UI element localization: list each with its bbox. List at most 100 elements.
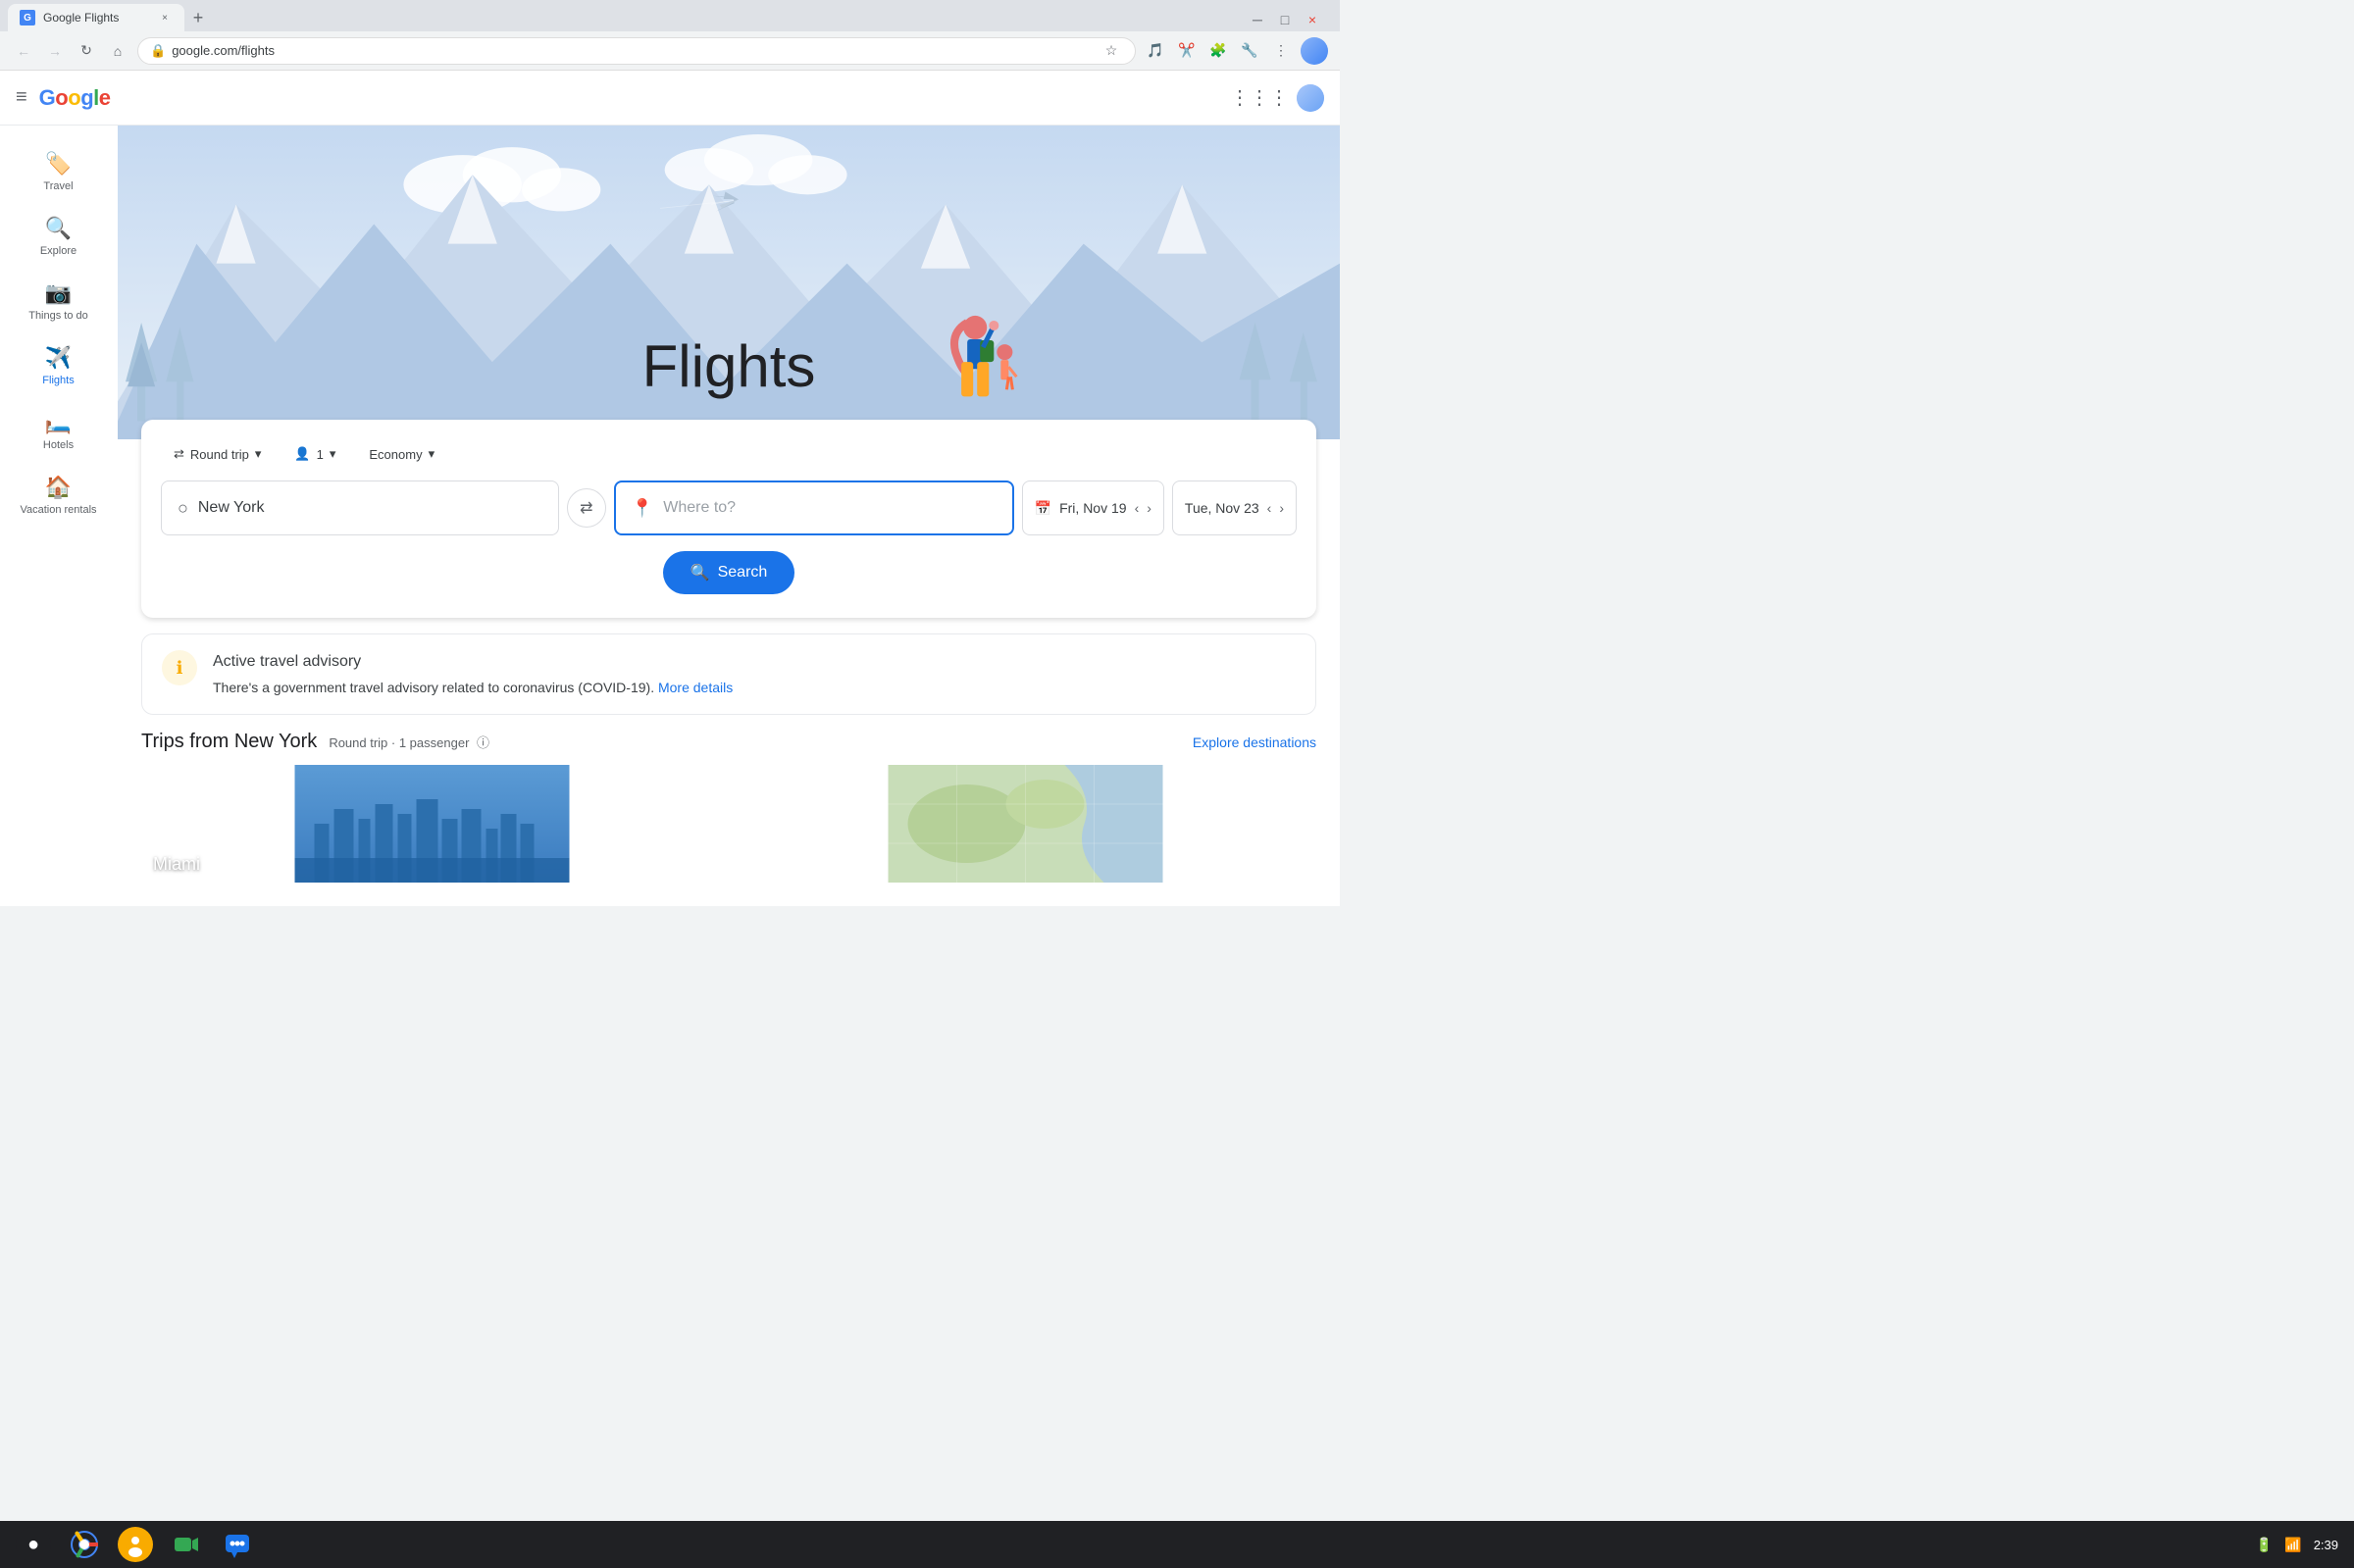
taskbar-chat-icon[interactable] <box>220 1527 255 1562</box>
departure-date-label: Fri, Nov 19 <box>1059 500 1126 516</box>
url-bar[interactable]: 🔒 google.com/flights ☆ <box>137 37 1136 65</box>
origin-value: New York <box>198 499 265 517</box>
trip-card-map[interactable] <box>735 765 1316 883</box>
search-button-row: 🔍 Search <box>161 551 1297 594</box>
sidebar-label-things-to-do: Things to do <box>28 310 88 322</box>
star-button[interactable]: ☆ <box>1100 39 1123 63</box>
apps-button[interactable]: ⋮⋮⋮ <box>1230 85 1289 110</box>
sidebar: 🏷️ Travel 🔍 Explore 📷 Things to do ✈️ Fl… <box>0 126 118 906</box>
extension-4[interactable]: 🔧 <box>1238 39 1261 63</box>
taskbar-orange-icon[interactable] <box>118 1527 153 1562</box>
user-avatar[interactable] <box>1297 84 1324 112</box>
taskbar: ● <box>0 1521 2354 1568</box>
miami-card-label: Miami <box>153 854 200 875</box>
return-prev-button[interactable]: ‹ <box>1267 500 1272 516</box>
address-bar-icons: ☆ <box>1100 39 1123 63</box>
search-button-icon: 🔍 <box>691 563 710 582</box>
google-logo: Google <box>39 85 111 111</box>
class-label: Economy <box>369 447 422 462</box>
travel-icon: 🏷️ <box>45 151 72 177</box>
trips-title: Trips from New York <box>141 731 317 753</box>
active-tab[interactable]: G Google Flights × <box>8 4 184 31</box>
advisory-more-details-link[interactable]: More details <box>658 680 733 695</box>
origin-field[interactable]: ○ New York <box>161 481 559 535</box>
lock-icon: 🔒 <box>150 43 166 59</box>
back-button[interactable]: ← <box>12 39 35 63</box>
taskbar-time: 2:39 <box>2314 1538 2338 1552</box>
sidebar-item-explore[interactable]: 🔍 Explore <box>8 206 109 267</box>
trip-type-label: Round trip <box>190 447 249 462</box>
page-body: 🏷️ Travel 🔍 Explore 📷 Things to do ✈️ Fl… <box>0 126 1340 906</box>
sidebar-item-flights[interactable]: ✈️ Flights <box>8 335 109 396</box>
address-bar-row: ← → ↻ ⌂ 🔒 google.com/flights ☆ 🎵 ✂️ 🧩 🔧 … <box>0 31 1340 71</box>
advisory-info-icon: ℹ <box>162 650 197 685</box>
things-to-do-icon: 📷 <box>45 280 72 306</box>
trip-cards-container: Miami <box>141 765 1316 883</box>
logo-g-blue: G <box>39 85 56 110</box>
taskbar-dot: ● <box>27 1534 39 1556</box>
sidebar-item-vacation-rentals[interactable]: 🏠 Vacation rentals <box>8 465 109 526</box>
tab-close-button[interactable]: × <box>157 10 173 25</box>
origin-dot-icon: ○ <box>178 498 188 519</box>
return-next-button[interactable]: › <box>1279 500 1284 516</box>
new-tab-button[interactable]: + <box>184 4 212 31</box>
search-button[interactable]: 🔍 Search <box>663 551 795 594</box>
trip-card-miami[interactable]: Miami <box>141 765 723 883</box>
taskbar-battery-icon: 🔋 <box>2256 1537 2273 1553</box>
map-card-image <box>735 765 1316 883</box>
class-button[interactable]: Economy ▾ <box>356 439 447 469</box>
return-date-label: Tue, Nov 23 <box>1185 500 1259 516</box>
sidebar-item-travel[interactable]: 🏷️ Travel <box>8 141 109 202</box>
hero-section: Flights <box>118 126 1340 439</box>
explore-icon: 🔍 <box>45 216 72 241</box>
departure-next-button[interactable]: › <box>1147 500 1151 516</box>
sidebar-item-things-to-do[interactable]: 📷 Things to do <box>8 271 109 331</box>
maximize-button[interactable]: □ <box>1273 8 1297 31</box>
hamburger-menu[interactable]: ≡ <box>16 86 27 109</box>
search-button-label: Search <box>718 564 768 582</box>
extension-1[interactable]: 🎵 <box>1144 39 1167 63</box>
search-fields-row: ○ New York ⇄ 📍 Where to? 📅 Fri, Nov 19 ‹… <box>161 481 1297 535</box>
trip-type-chevron: ▾ <box>255 446 262 462</box>
sidebar-label-hotels: Hotels <box>43 439 74 451</box>
swap-button[interactable]: ⇄ <box>567 488 606 528</box>
advisory-title: Active travel advisory <box>213 650 733 674</box>
taskbar-video-icon[interactable] <box>169 1527 204 1562</box>
sidebar-label-travel: Travel <box>43 180 73 192</box>
reload-button[interactable]: ↻ <box>75 39 98 63</box>
vacation-rentals-icon: 🏠 <box>45 475 72 500</box>
destination-pin-icon: 📍 <box>632 498 653 519</box>
passengers-icon: 👤 <box>294 446 310 462</box>
explore-destinations-link[interactable]: Explore destinations <box>1193 734 1316 750</box>
trips-meta: Round trip · 1 passenger ⓘ <box>329 733 489 751</box>
url-text: google.com/flights <box>172 43 275 58</box>
swap-arrows-icon: ⇄ <box>174 446 184 462</box>
extension-2[interactable]: ✂️ <box>1175 39 1199 63</box>
home-button[interactable]: ⌂ <box>106 39 129 63</box>
passengers-button[interactable]: 👤 1 ▾ <box>281 439 348 469</box>
extension-3[interactable]: 🧩 <box>1206 39 1230 63</box>
sidebar-item-hotels[interactable]: 🛏️ Hotels <box>8 400 109 461</box>
advisory-body: There's a government travel advisory rel… <box>213 678 733 698</box>
browser-close-button[interactable]: × <box>1301 8 1324 31</box>
class-chevron: ▾ <box>429 446 435 462</box>
calendar-icon: 📅 <box>1035 500 1051 517</box>
main-content: Flights ⇄ Round trip ▾ 👤 1 ▾ Economy ▾ <box>118 126 1340 906</box>
search-container: ⇄ Round trip ▾ 👤 1 ▾ Economy ▾ ○ <box>141 420 1316 618</box>
return-date-field[interactable]: Tue, Nov 23 ‹ › <box>1172 481 1297 535</box>
passengers-chevron: ▾ <box>330 446 336 462</box>
logo-e-red: e <box>99 85 111 110</box>
trip-type-button[interactable]: ⇄ Round trip ▾ <box>161 439 274 469</box>
profile-avatar[interactable] <box>1301 37 1328 65</box>
sidebar-label-vacation-rentals: Vacation rentals <box>20 504 96 516</box>
chrome-menu-button[interactable]: ⋮ <box>1269 39 1293 63</box>
departure-prev-button[interactable]: ‹ <box>1135 500 1140 516</box>
minimize-button[interactable]: ─ <box>1246 8 1269 31</box>
destination-placeholder: Where to? <box>663 499 736 517</box>
forward-button[interactable]: → <box>43 39 67 63</box>
departure-date-field[interactable]: 📅 Fri, Nov 19 ‹ › <box>1022 481 1164 535</box>
taskbar-chrome-icon[interactable] <box>67 1527 102 1562</box>
advisory-content: Active travel advisory There's a governm… <box>213 650 733 698</box>
trips-section: Trips from New York Round trip · 1 passe… <box>141 731 1316 883</box>
destination-field[interactable]: 📍 Where to? <box>614 481 1014 535</box>
